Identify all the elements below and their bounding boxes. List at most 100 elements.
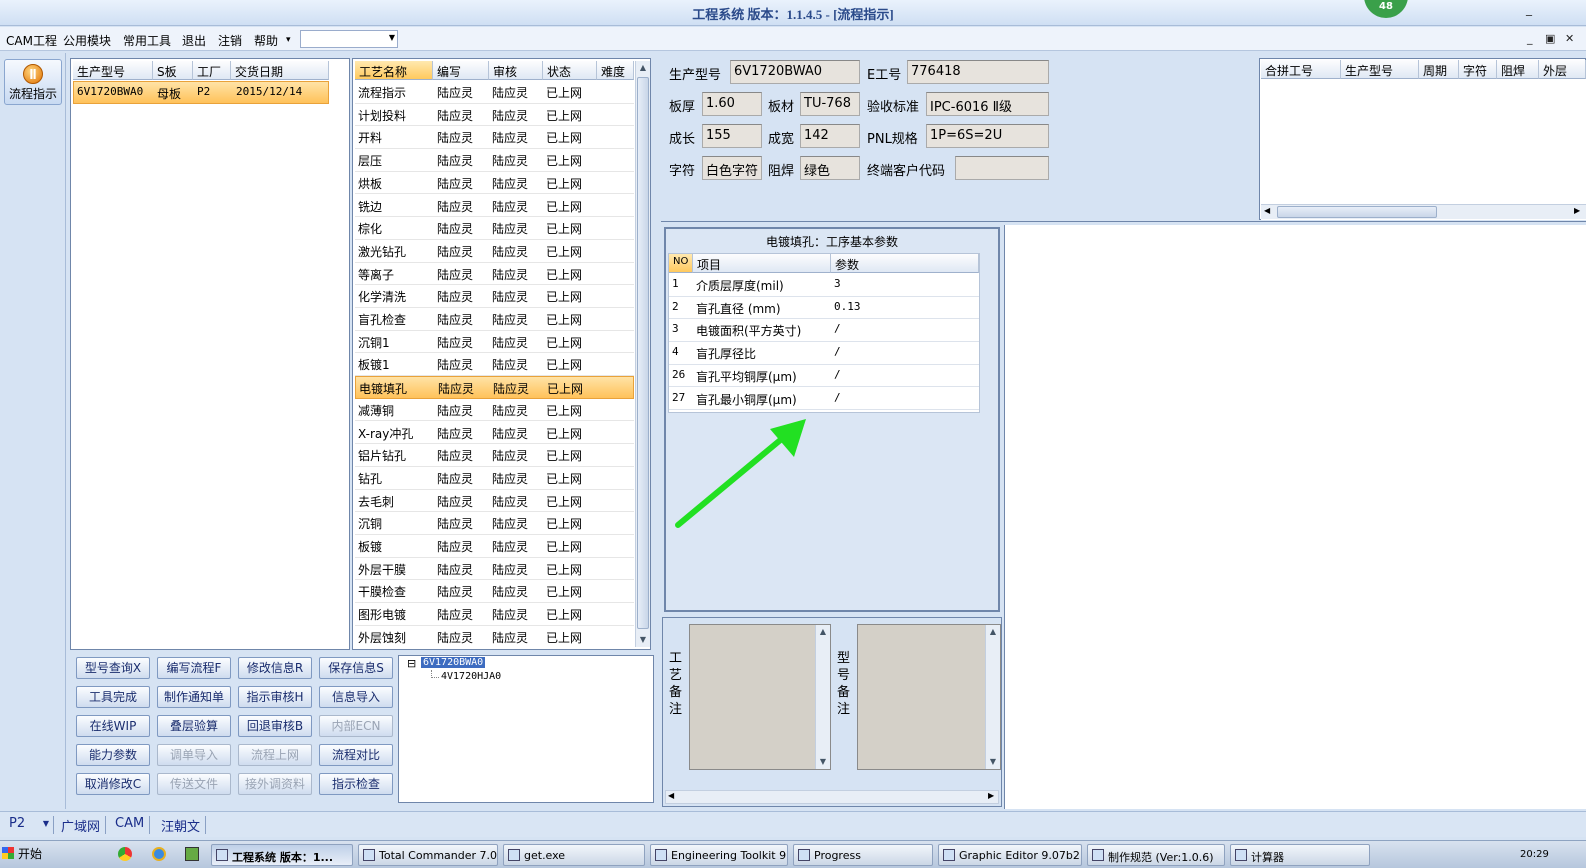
- field-pnl[interactable]: 1P=6S=2U: [926, 124, 1049, 148]
- scroll-right-icon[interactable]: ▶: [1574, 206, 1580, 215]
- taskbar-item[interactable]: Progress: [793, 844, 933, 866]
- merge-header-cycle[interactable]: 周期: [1419, 60, 1459, 79]
- status-tab-user[interactable]: 汪朝文: [156, 816, 207, 835]
- menu-tools[interactable]: 常用工具: [123, 32, 171, 49]
- table-row[interactable]: 干膜检查 陆应灵 陆应灵 已上网: [355, 580, 634, 604]
- orders-header-date[interactable]: 交货日期: [231, 61, 329, 80]
- table-row[interactable]: 棕化 陆应灵 陆应灵 已上网: [355, 217, 634, 240]
- process-header-writer[interactable]: 编写: [433, 61, 489, 80]
- table-row[interactable]: 烘板 陆应灵 陆应灵 已上网: [355, 172, 634, 195]
- table-row[interactable]: 盲孔检查 陆应灵 陆应灵 已上网: [355, 308, 634, 331]
- table-row[interactable]: 钻孔 陆应灵 陆应灵 已上网: [355, 467, 634, 490]
- start-button[interactable]: 开始: [2, 845, 42, 862]
- merge-header-outer[interactable]: 外层: [1539, 60, 1586, 79]
- table-row[interactable]: 26 盲孔平均铜厚(μm) /: [669, 365, 979, 388]
- process-notes-textarea[interactable]: ▲ ▼: [689, 624, 831, 770]
- menu-combo[interactable]: ▼: [300, 30, 398, 48]
- process-header-name[interactable]: 工艺名称: [355, 61, 433, 80]
- field-model[interactable]: 6V1720BWA0: [730, 60, 860, 84]
- action-button[interactable]: 修改信息R: [238, 657, 312, 679]
- table-row[interactable]: 2 盲孔直径 (mm) 0.13: [669, 297, 979, 320]
- process-header-status[interactable]: 状态: [543, 61, 597, 80]
- table-row[interactable]: 层压 陆应灵 陆应灵 已上网: [355, 149, 634, 172]
- table-row[interactable]: 激光钻孔 陆应灵 陆应灵 已上网: [355, 240, 634, 263]
- action-button[interactable]: 调单导入: [157, 744, 231, 766]
- action-button[interactable]: 指示检查: [319, 773, 393, 795]
- tree-expander-icon[interactable]: ⊟: [407, 657, 416, 670]
- field-legend[interactable]: 白色字符: [702, 156, 762, 180]
- action-button[interactable]: 能力参数: [76, 744, 150, 766]
- taskbar-item[interactable]: 制作规范 (Ver:1.0.6): [1087, 844, 1225, 866]
- field-thickness[interactable]: 1.60: [702, 92, 762, 116]
- table-row[interactable]: 4 盲孔厚径比 /: [669, 342, 979, 365]
- action-button[interactable]: 型号查询X: [76, 657, 150, 679]
- table-row[interactable]: 开料 陆应灵 陆应灵 已上网: [355, 126, 634, 150]
- action-button[interactable]: 在线WIP: [76, 715, 150, 737]
- mdi-restore-button[interactable]: ▣: [1545, 32, 1555, 45]
- table-row[interactable]: 6V1720BWA0 母板 P2 2015/12/14: [73, 81, 329, 104]
- field-solder-mask[interactable]: 绿色: [800, 156, 860, 180]
- factory-select[interactable]: P2 ▼: [4, 816, 54, 834]
- scroll-thumb[interactable]: [637, 77, 649, 629]
- menu-common-module[interactable]: 公用模块: [63, 32, 111, 49]
- table-row[interactable]: 外层蚀刻 陆应灵 陆应灵 已上网: [355, 626, 634, 647]
- action-button[interactable]: 信息导入: [319, 686, 393, 708]
- field-acceptance[interactable]: IPC-6016 Ⅱ级: [926, 92, 1049, 116]
- field-customer-code[interactable]: [955, 156, 1049, 180]
- action-button[interactable]: 工具完成: [76, 686, 150, 708]
- menu-help[interactable]: 帮助: [254, 32, 278, 49]
- action-button[interactable]: 叠层验算: [157, 715, 231, 737]
- taskbar-item[interactable]: get.exe: [503, 844, 645, 866]
- ie-icon[interactable]: [152, 847, 166, 861]
- action-button[interactable]: 回退审核B: [238, 715, 312, 737]
- status-tab-cam[interactable]: CAM: [110, 816, 151, 834]
- action-button[interactable]: 取消修改C: [76, 773, 150, 795]
- table-row[interactable]: 27 盲孔最小铜厚(μm) /: [669, 388, 979, 411]
- merge-hscrollbar[interactable]: ◀ ▶: [1261, 204, 1586, 219]
- action-button[interactable]: 制作通知单: [157, 686, 231, 708]
- table-row[interactable]: 去毛刺 陆应灵 陆应灵 已上网: [355, 490, 634, 513]
- taskbar-item[interactable]: Graphic Editor 9.07b2...: [938, 844, 1082, 866]
- status-tab-wan[interactable]: 广域网: [56, 816, 107, 835]
- merge-header-legend[interactable]: 字符: [1459, 60, 1497, 79]
- action-button[interactable]: 传送文件: [157, 773, 231, 795]
- mdi-close-button[interactable]: ✕: [1565, 32, 1574, 45]
- field-material[interactable]: TU-768: [800, 92, 860, 116]
- action-button[interactable]: 流程上网: [238, 744, 312, 766]
- table-row[interactable]: 沉铜 陆应灵 陆应灵 已上网: [355, 512, 634, 535]
- notes-hscrollbar[interactable]: ◀ ▶: [665, 790, 999, 804]
- process-header-difficulty[interactable]: 难度: [597, 61, 634, 80]
- field-length[interactable]: 155: [702, 124, 762, 148]
- taskbar-item[interactable]: Total Commander 7.0 ...: [358, 844, 498, 866]
- scroll-up-icon[interactable]: ▲: [637, 62, 649, 74]
- scroll-down-icon[interactable]: ▼: [817, 756, 829, 768]
- orders-header-s[interactable]: S板: [153, 61, 193, 80]
- merge-header-job[interactable]: 合拼工号: [1261, 60, 1341, 79]
- params-header-item[interactable]: 项目: [693, 254, 831, 273]
- menu-exit[interactable]: 退出: [182, 32, 206, 49]
- table-row[interactable]: 沉铜1 陆应灵 陆应灵 已上网: [355, 331, 634, 354]
- action-button[interactable]: 内部ECN: [319, 715, 393, 737]
- table-row[interactable]: 1 介质层厚度(mil) 3: [669, 274, 979, 297]
- params-header-no[interactable]: NO: [669, 254, 693, 273]
- table-row[interactable]: 板镀1 陆应灵 陆应灵 已上网: [355, 353, 634, 377]
- orders-header-model[interactable]: 生产型号: [73, 61, 153, 80]
- action-button[interactable]: 保存信息S: [319, 657, 393, 679]
- table-row[interactable]: 外层干膜 陆应灵 陆应灵 已上网: [355, 558, 634, 581]
- process-scrollbar[interactable]: ▲ ▼: [635, 61, 650, 647]
- table-row[interactable]: 铣边 陆应灵 陆应灵 已上网: [355, 195, 634, 218]
- taskbar-item[interactable]: Engineering Toolkit 9....: [650, 844, 788, 866]
- action-button[interactable]: 接外调资料: [238, 773, 312, 795]
- scroll-up-icon[interactable]: ▲: [817, 626, 829, 638]
- menu-overflow-icon[interactable]: ▾: [286, 35, 291, 45]
- scroll-left-icon[interactable]: ◀: [668, 791, 674, 800]
- tree-root[interactable]: 6V1720BWA0: [421, 657, 486, 668]
- taskbar-item[interactable]: 工程系统 版本：1...: [211, 844, 353, 866]
- merge-header-mask[interactable]: 阻焊: [1497, 60, 1539, 79]
- action-button[interactable]: 编写流程F: [157, 657, 231, 679]
- params-header-value[interactable]: 参数: [831, 254, 979, 273]
- table-row[interactable]: 等离子 陆应灵 陆应灵 已上网: [355, 263, 634, 286]
- table-row[interactable]: X-ray冲孔 陆应灵 陆应灵 已上网: [355, 422, 634, 445]
- scroll-thumb[interactable]: [1277, 206, 1437, 218]
- table-row[interactable]: 3 电镀面积(平方英寸) /: [669, 319, 979, 343]
